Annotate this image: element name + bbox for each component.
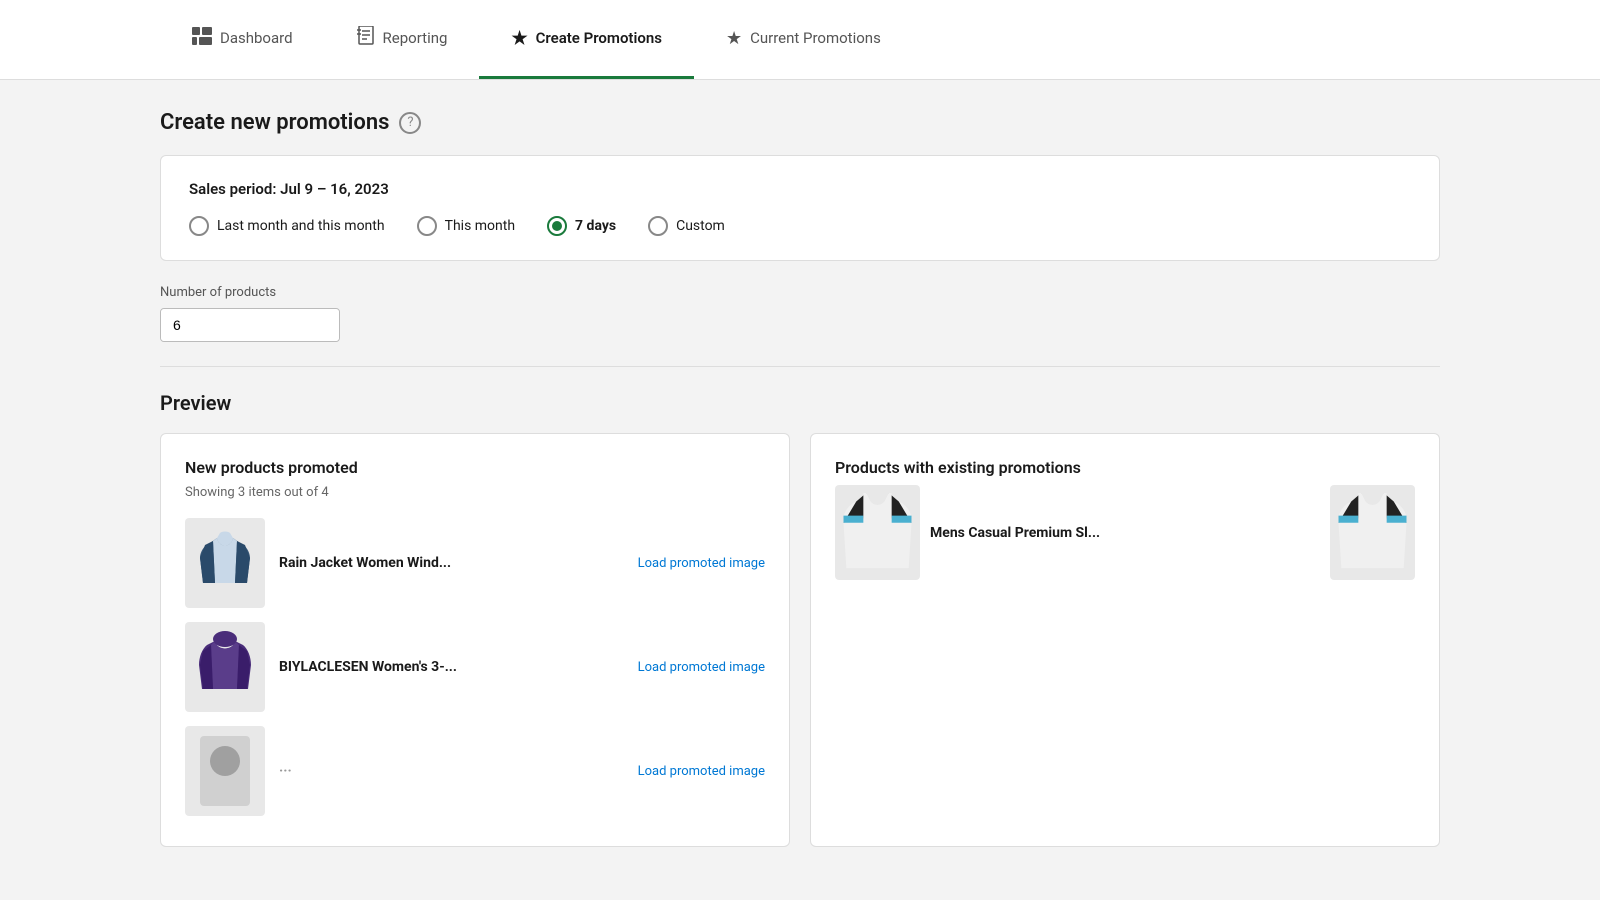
page-title-row: Create new promotions ?	[160, 110, 1440, 135]
radio-outer-custom	[648, 216, 668, 236]
product-image-3	[195, 731, 255, 811]
nav-dashboard[interactable]: Dashboard	[160, 0, 325, 79]
reporting-icon	[357, 26, 375, 51]
radio-outer-7-days	[547, 216, 567, 236]
new-products-title: New products promoted	[185, 458, 765, 477]
existing-image-left	[835, 485, 920, 580]
nav-bar: Dashboard Reporting ★ Create Promotions …	[0, 0, 1600, 80]
load-promoted-image-3[interactable]: Load promoted image	[638, 764, 765, 779]
product-thumb-3	[185, 726, 265, 816]
product-thumb-1	[185, 518, 265, 608]
current-promotions-icon: ★	[726, 28, 742, 49]
product-image-2	[195, 627, 255, 707]
existing-products-card: Products with existing promotions	[810, 433, 1440, 847]
product-item-3: ··· Load promoted image	[185, 726, 765, 816]
load-promoted-image-1[interactable]: Load promoted image	[638, 556, 765, 571]
dashboard-icon	[192, 27, 212, 50]
preview-title: Preview	[160, 391, 1440, 415]
nav-create-promotions-label: Create Promotions	[536, 29, 662, 47]
radio-inner-7-days	[552, 221, 562, 231]
product-name-2: BIYLACLESEN Women's 3-...	[279, 659, 624, 675]
number-of-products-input-row: ▲ ▼	[160, 308, 340, 342]
new-products-card: New products promoted Showing 3 items ou…	[160, 433, 790, 847]
product-name-3: ···	[279, 763, 624, 779]
radio-group: Last month and this month This month 7 d…	[189, 216, 1411, 236]
create-promotions-icon: ★	[511, 28, 527, 49]
radio-label-7-days: 7 days	[575, 218, 616, 234]
existing-item-1: Mens Casual Premium Sl...	[835, 485, 1415, 580]
number-of-products-label: Number of products	[160, 285, 1440, 300]
existing-thumb-left	[835, 485, 920, 580]
radio-last-month[interactable]: Last month and this month	[189, 216, 385, 236]
sales-period-card: Sales period: Jul 9 – 16, 2023 Last mont…	[160, 155, 1440, 261]
sales-period-label: Sales period: Jul 9 – 16, 2023	[189, 180, 1411, 198]
product-thumb-2	[185, 622, 265, 712]
existing-thumb-right	[1330, 485, 1415, 580]
product-item-1: Rain Jacket Women Wind... Load promoted …	[185, 518, 765, 608]
nav-dashboard-label: Dashboard	[220, 29, 293, 47]
page-title: Create new promotions	[160, 110, 389, 135]
preview-grid: New products promoted Showing 3 items ou…	[160, 433, 1440, 847]
nav-current-promotions-label: Current Promotions	[750, 29, 881, 47]
product-name-1: Rain Jacket Women Wind...	[279, 555, 624, 571]
nav-create-promotions[interactable]: ★ Create Promotions	[479, 0, 694, 79]
new-products-subtitle: Showing 3 items out of 4	[185, 485, 765, 500]
radio-outer-this-month	[417, 216, 437, 236]
main-content: Create new promotions ? Sales period: Ju…	[0, 80, 1600, 877]
nav-reporting-label: Reporting	[383, 29, 448, 47]
number-of-products-input[interactable]	[161, 309, 340, 341]
radio-label-last-month: Last month and this month	[217, 218, 385, 234]
radio-custom[interactable]: Custom	[648, 216, 725, 236]
radio-label-custom: Custom	[676, 218, 725, 234]
radio-this-month[interactable]: This month	[417, 216, 515, 236]
product-item-2: BIYLACLESEN Women's 3-... Load promoted …	[185, 622, 765, 712]
radio-label-this-month: This month	[445, 218, 515, 234]
existing-image-right	[1330, 485, 1415, 580]
radio-outer-last-month	[189, 216, 209, 236]
nav-current-promotions[interactable]: ★ Current Promotions	[694, 0, 913, 79]
radio-7-days[interactable]: 7 days	[547, 216, 616, 236]
product-image-1	[195, 523, 255, 603]
divider	[160, 366, 1440, 367]
load-promoted-image-2[interactable]: Load promoted image	[638, 660, 765, 675]
existing-products-title: Products with existing promotions	[835, 458, 1415, 477]
help-icon[interactable]: ?	[399, 112, 421, 134]
nav-reporting[interactable]: Reporting	[325, 0, 480, 79]
existing-product-name-1: Mens Casual Premium Sl...	[930, 525, 1320, 541]
